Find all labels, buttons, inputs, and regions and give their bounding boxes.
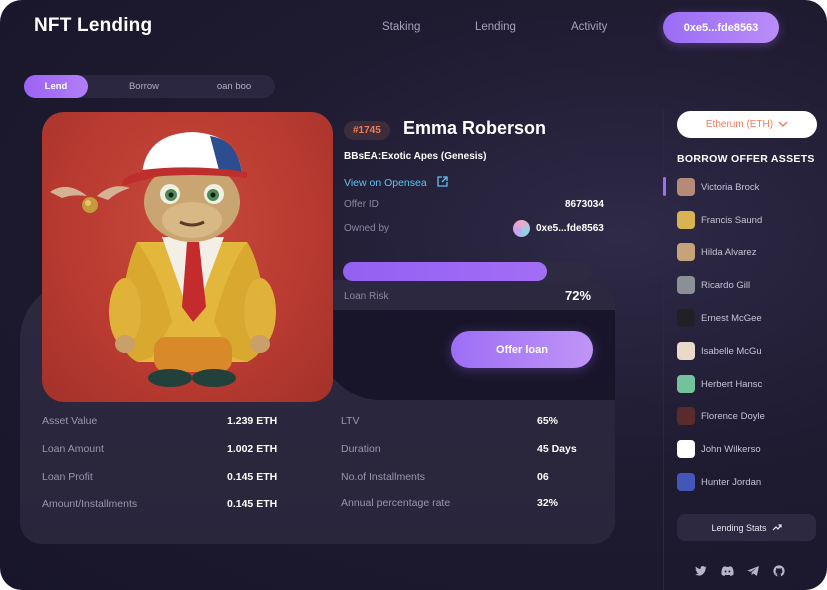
app-window: NFT Lending Staking Lending Activity 0xe… [0, 0, 827, 590]
chevron-down-icon [778, 119, 788, 130]
stat-label: Loan Amount [42, 443, 104, 455]
selected-asset-marker [663, 177, 666, 196]
opensea-link-label: View on Opensea [344, 177, 427, 189]
asset-thumbnail [677, 276, 695, 294]
stat-label: No.of Installments [341, 471, 426, 483]
asset-name: Hilda Alvarez [701, 246, 757, 258]
sidebar-asset-item[interactable]: John Wilkerso [677, 439, 767, 459]
loan-risk-fill [343, 262, 548, 281]
github-icon[interactable] [772, 564, 786, 578]
trending-up-icon [772, 523, 782, 533]
asset-thumbnail [677, 211, 695, 229]
stat-value: 1.002 ETH [227, 443, 278, 455]
asset-name: Francis Saund [701, 214, 763, 226]
tab-lend[interactable]: Lend [24, 75, 88, 98]
stat-value: 32% [537, 497, 559, 509]
sidebar-asset-item[interactable]: Herbert Hansc [677, 374, 767, 394]
sidebar-title: BORROW OFFER ASSETS [677, 153, 815, 165]
stat-value: 65% [537, 415, 559, 427]
opensea-link[interactable]: View on Opensea [344, 176, 448, 190]
stat-value: 45 Days [537, 443, 577, 455]
stat-label: Duration [341, 443, 381, 455]
loan-risk-percent: 72% [565, 288, 592, 303]
twitter-icon[interactable] [694, 564, 708, 578]
asset-thumbnail [677, 342, 695, 360]
sidebar-asset-item[interactable]: Florence Doyle [677, 406, 767, 426]
sidebar-asset-item[interactable]: Hunter Jordan [677, 472, 767, 492]
lending-stats-label: Lending Stats [711, 522, 767, 533]
collection-name: BBsEA:Exotic Apes (Genesis) [344, 151, 487, 162]
owner-avatar [513, 220, 530, 237]
app-logo: NFT Lending [34, 15, 153, 36]
sidebar-asset-item[interactable]: Ernest McGee [677, 308, 767, 328]
ape-character-illustration [50, 132, 276, 387]
external-link-icon [437, 176, 448, 190]
lending-stats-button[interactable]: Lending Stats [677, 514, 816, 541]
stat-label: Asset Value [42, 415, 98, 427]
offer-id-label: Offer ID [344, 199, 379, 210]
token-id-badge: #1745 [344, 121, 390, 140]
stat-label: Loan Profit [42, 471, 93, 483]
nft-title: Emma Roberson [403, 118, 547, 138]
loan-risk-bar [343, 262, 592, 281]
telegram-icon[interactable] [746, 564, 760, 578]
asset-thumbnail [677, 375, 695, 393]
mode-tabs: Lend Borrow oan boo [24, 75, 275, 98]
loan-risk-label: Loan Risk [344, 291, 389, 302]
asset-thumbnail [677, 440, 695, 458]
stat-value: 1.239 ETH [227, 415, 278, 427]
asset-name: Florence Doyle [701, 410, 765, 422]
asset-thumbnail [677, 178, 695, 196]
asset-thumbnail [677, 243, 695, 261]
offer-loan-button[interactable]: Offer loan [451, 331, 593, 368]
asset-thumbnail [677, 407, 695, 425]
stat-value: 0.145 ETH [227, 471, 278, 483]
nav-lending[interactable]: Lending [475, 21, 516, 33]
stat-value: 0.145 ETH [227, 498, 278, 510]
nft-image [42, 112, 333, 402]
asset-name: Ernest McGee [701, 312, 762, 324]
asset-thumbnail [677, 309, 695, 327]
asset-name: Herbert Hansc [701, 378, 763, 390]
sidebar-asset-item[interactable]: Hilda Alvarez [677, 242, 767, 262]
stat-label: LTV [341, 415, 360, 427]
chain-select[interactable]: Etherum (ETH) [677, 111, 817, 138]
asset-name: Isabelle McGu [701, 345, 762, 357]
offer-id-value: 8673034 [565, 199, 604, 210]
nav-staking[interactable]: Staking [382, 21, 420, 33]
sidebar-asset-item[interactable]: Isabelle McGu [677, 341, 767, 361]
owned-by-label: Owned by [344, 223, 390, 234]
asset-name: Hunter Jordan [701, 476, 762, 488]
tab-loan-book[interactable]: oan boo [200, 75, 268, 98]
chain-select-label: Etherum (ETH) [705, 119, 774, 130]
asset-name: Victoria Brock [701, 181, 760, 193]
stat-label: Annual percentage rate [341, 497, 451, 509]
stat-label: Amount/Installments [42, 498, 138, 510]
sidebar-asset-item[interactable]: Ricardo Gill [677, 275, 767, 295]
asset-name: John Wilkerso [701, 443, 761, 455]
asset-thumbnail [677, 473, 695, 491]
asset-name: Ricardo Gill [701, 279, 751, 291]
tab-borrow[interactable]: Borrow [110, 75, 178, 98]
nav-activity[interactable]: Activity [571, 21, 607, 33]
sidebar-asset-item[interactable]: Victoria Brock [677, 177, 767, 197]
discord-icon[interactable] [720, 564, 734, 578]
stat-value: 06 [537, 471, 549, 483]
sidebar-asset-item[interactable]: Francis Saund [677, 210, 767, 230]
wallet-button[interactable]: 0xe5...fde8563 [663, 12, 779, 43]
owner-address[interactable]: 0xe5...fde8563 [536, 223, 604, 234]
